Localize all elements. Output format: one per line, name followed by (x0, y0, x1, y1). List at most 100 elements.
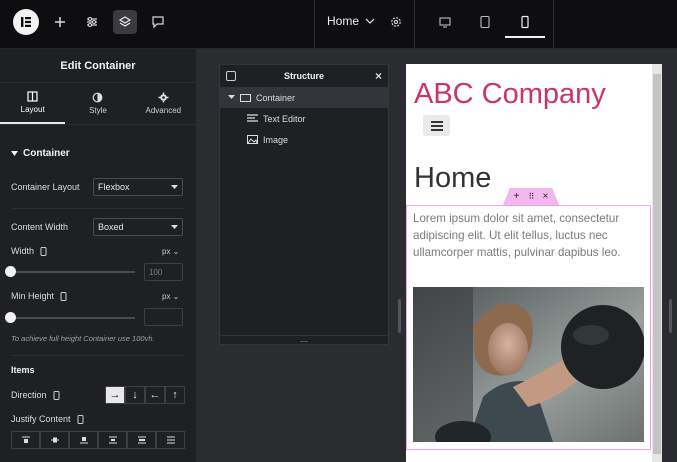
resize-handle-left[interactable] (398, 299, 401, 333)
settings-sliders-icon[interactable] (80, 10, 104, 34)
gear-icon (158, 92, 169, 103)
justify-content-control (11, 431, 185, 449)
container-layout-select[interactable]: Flexbox (93, 178, 183, 196)
edit-panel: Edit Container Layout Style Advanced Con… (0, 49, 196, 462)
justify-space-evenly-icon[interactable] (156, 431, 185, 449)
divider (11, 208, 183, 209)
justify-label-row: Justify Content (11, 414, 84, 424)
structure-title: Structure (283, 71, 324, 81)
min-height-unit-select[interactable]: px ⌄ (162, 292, 179, 301)
plus-icon[interactable] (48, 10, 72, 34)
container-icon (240, 93, 251, 102)
min-height-hint: To achieve full height Container use 100… (11, 334, 155, 343)
layout-icon (27, 91, 38, 102)
structure-resize-handle[interactable]: ... (220, 335, 388, 344)
close-icon[interactable]: × (375, 69, 382, 83)
section-title: Container (23, 148, 70, 159)
text-editor-content[interactable]: Lorem ipsum dolor sit amet, consectetur … (413, 210, 645, 261)
tablet-icon[interactable] (473, 10, 497, 34)
width-input[interactable]: 100 (144, 263, 183, 281)
layers-icon[interactable] (113, 10, 137, 34)
mobile-icon[interactable] (40, 246, 47, 256)
mobile-icon[interactable] (77, 414, 84, 424)
divider (11, 355, 183, 356)
direction-row-reverse-button[interactable]: ← (145, 386, 165, 404)
boxer-photo[interactable] (413, 287, 644, 442)
arrow-down-icon: ↓ (132, 389, 138, 401)
structure-item-label: Container (256, 92, 296, 103)
topbar-divider (314, 0, 315, 49)
section-toggle-container[interactable]: Container (11, 148, 70, 159)
delete-icon[interactable]: × (543, 191, 549, 202)
width-slider-handle[interactable] (5, 266, 16, 277)
arrow-right-icon: → (109, 389, 121, 401)
topbar-divider (553, 0, 554, 49)
direction-column-reverse-button[interactable]: ↑ (165, 386, 185, 404)
page-heading[interactable]: Home (414, 162, 491, 195)
width-slider[interactable] (11, 271, 135, 273)
direction-row-button[interactable]: → (105, 386, 125, 404)
select-value: Flexbox (98, 182, 130, 192)
direction-control: → ↓ ← ↑ (105, 386, 185, 404)
preview-scrollbar-thumb[interactable] (653, 74, 661, 454)
structure-item-image[interactable]: Image (220, 129, 388, 150)
arrow-left-icon: ← (149, 389, 161, 401)
direction-label-row: Direction (11, 390, 60, 400)
caret-down-icon (171, 224, 178, 229)
direction-column-button[interactable]: ↓ (125, 386, 145, 404)
tab-style[interactable]: Style (65, 83, 130, 124)
elementor-logo-icon[interactable] (13, 9, 39, 35)
tab-advanced[interactable]: Advanced (131, 83, 196, 124)
topbar-divider (414, 0, 415, 49)
justify-label: Justify Content (11, 414, 71, 424)
active-device-indicator (505, 36, 545, 38)
tab-label: Style (89, 106, 107, 115)
structure-item-label: Text Editor (263, 113, 306, 124)
content-width-label: Content Width (11, 222, 69, 232)
structure-item-container[interactable]: Container (220, 87, 388, 108)
caret-down-icon (11, 150, 18, 156)
panel-title: Edit Container (0, 49, 196, 83)
min-height-input[interactable] (144, 308, 183, 326)
desktop-icon[interactable] (433, 10, 457, 34)
caret-down-icon (171, 184, 178, 189)
select-value: Boxed (98, 222, 124, 232)
half-circle-icon (93, 92, 103, 103)
justify-center-icon[interactable] (40, 431, 69, 449)
menu-toggle-button[interactable] (423, 115, 450, 136)
panel-tabs: Layout Style Advanced (0, 83, 196, 125)
mobile-preview: ABC Company Home + ⠿ × Lorem ipsum dolor… (406, 64, 652, 462)
page-name: Home (327, 14, 360, 28)
width-label-row: Width (11, 246, 47, 256)
min-height-slider[interactable] (11, 317, 135, 319)
justify-end-icon[interactable] (69, 431, 98, 449)
comment-icon[interactable] (146, 10, 170, 34)
page-selector[interactable]: Home (327, 14, 375, 28)
mobile-icon[interactable] (513, 10, 537, 34)
resize-handle-right[interactable] (669, 299, 672, 333)
mobile-icon[interactable] (53, 390, 60, 400)
gear-icon[interactable] (384, 10, 408, 34)
structure-item-label: Image (263, 134, 289, 145)
container-handle: + ⠿ × (503, 188, 559, 205)
direction-label: Direction (11, 390, 47, 400)
justify-space-around-icon[interactable] (127, 431, 156, 449)
tab-layout[interactable]: Layout (0, 83, 66, 124)
width-unit-select[interactable]: px ⌄ (162, 247, 179, 256)
container-layout-label: Container Layout (11, 182, 80, 192)
mobile-icon[interactable] (60, 291, 67, 301)
structure-navigator: Structure × Container Text Editor Image … (219, 64, 389, 345)
add-element-icon[interactable]: + (514, 191, 520, 202)
justify-space-between-icon[interactable] (98, 431, 127, 449)
justify-start-icon[interactable] (11, 431, 40, 449)
chevron-down-icon (365, 18, 375, 24)
min-height-slider-handle[interactable] (5, 312, 16, 323)
collapse-all-icon[interactable] (226, 71, 236, 81)
image-icon (247, 135, 258, 144)
site-title[interactable]: ABC Company (414, 78, 606, 111)
items-title: Items (11, 365, 35, 375)
structure-item-text-editor[interactable]: Text Editor (220, 108, 388, 129)
drag-handle-icon[interactable]: ⠿ (529, 192, 535, 201)
tab-label: Advanced (145, 106, 182, 115)
content-width-select[interactable]: Boxed (93, 218, 183, 236)
